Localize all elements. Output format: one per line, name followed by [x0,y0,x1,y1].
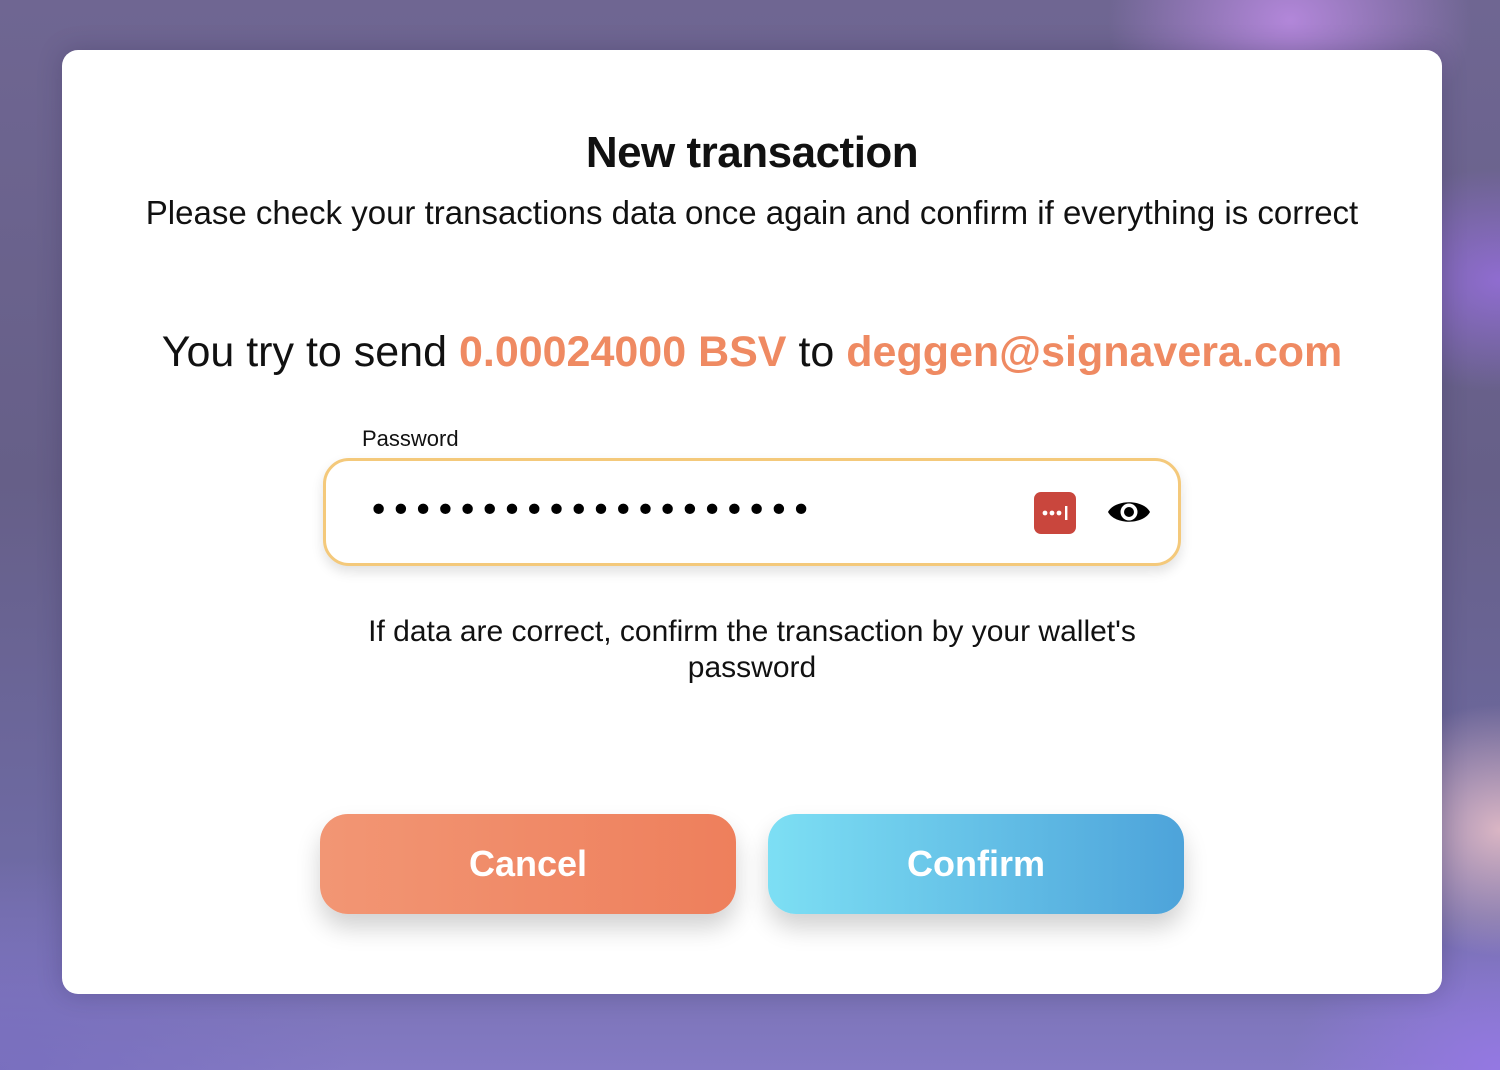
password-field[interactable]: •••••••••••••••••••• [323,458,1181,566]
confirm-button[interactable]: Confirm [768,814,1184,914]
password-manager-glyph [1042,506,1068,520]
modal-title: New transaction [585,128,919,177]
eye-icon[interactable] [1106,495,1152,529]
eye-glyph [1108,502,1150,522]
send-summary: You try to send 0.00024000 BSV to deggen… [62,328,1442,377]
send-middle: to [798,328,835,376]
transaction-modal: New transaction Please check your transa… [62,50,1442,994]
cancel-button[interactable]: Cancel [320,814,736,914]
modal-subtitle: Please check your transactions data once… [145,194,1359,231]
password-masked-value[interactable]: •••••••••••••••••••• [368,489,813,533]
send-prefix: You try to send [161,328,447,376]
password-label: Password [362,426,459,451]
amount-value: 0.00024000 BSV [458,328,787,376]
confirm-hint: If data are correct, confirm the transac… [368,615,1136,684]
password-manager-icon[interactable] [1034,492,1076,534]
recipient-value: deggen@signavera.com [846,328,1343,376]
